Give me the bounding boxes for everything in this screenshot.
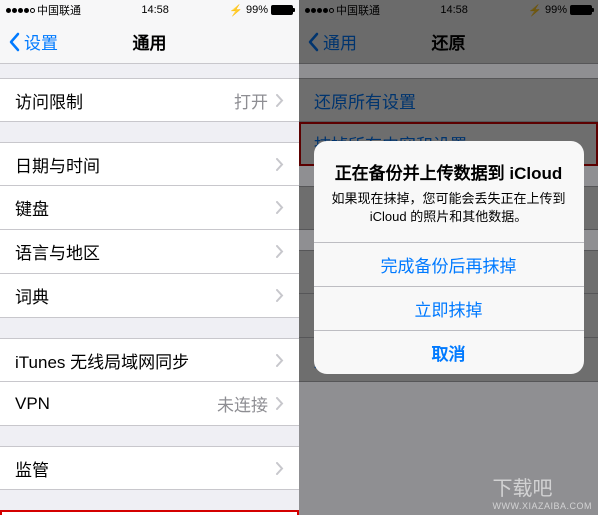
row-label: 访问限制 (15, 88, 234, 113)
row-value: 打开 (234, 88, 268, 113)
chevron-right-icon (276, 94, 284, 107)
status-bar: 中国联通 14:58 ⚡ 99% (0, 0, 299, 20)
chevron-right-icon (276, 289, 284, 302)
finish-backup-button[interactable]: 完成备份后再抹掉 (314, 242, 584, 286)
chevron-right-icon (276, 462, 284, 475)
row-label: 日期与时间 (15, 152, 276, 177)
row-dictionary[interactable]: 词典 (0, 274, 299, 318)
general-settings-screen: 中国联通 14:58 ⚡ 99% 设置 通用 访问限制 打开 (0, 0, 299, 515)
row-label: iTunes 无线局域网同步 (15, 348, 276, 373)
modal-overlay: 正在备份并上传数据到 iCloud 如果现在抹掉，您可能会丢失正在上传到 iCl… (299, 0, 598, 515)
back-label: 设置 (24, 29, 58, 54)
chevron-right-icon (276, 201, 284, 214)
chevron-right-icon (276, 158, 284, 171)
row-itunes-wifi-sync[interactable]: iTunes 无线局域网同步 (0, 338, 299, 382)
row-access-restrictions[interactable]: 访问限制 打开 (0, 78, 299, 122)
nav-bar: 设置 通用 (0, 20, 299, 64)
chevron-right-icon (276, 354, 284, 367)
carrier-label: 中国联通 (37, 2, 81, 18)
row-value: 未连接 (217, 391, 268, 416)
status-time: 14:58 (141, 4, 169, 16)
row-label: 键盘 (15, 195, 276, 220)
chevron-left-icon (8, 32, 20, 52)
battery-percent: 99% (246, 4, 268, 16)
chevron-right-icon (276, 245, 284, 258)
page-title: 通用 (133, 29, 167, 54)
reset-screen: 中国联通 14:58 ⚡ 99% 通用 还原 还原所有设置 抹掉所有内容和设置 (299, 0, 598, 515)
row-vpn[interactable]: VPN 未连接 (0, 382, 299, 426)
row-language-region[interactable]: 语言与地区 (0, 230, 299, 274)
row-supervision[interactable]: 监管 (0, 446, 299, 490)
battery-icon (271, 5, 293, 15)
row-reset[interactable]: 还原 (0, 510, 299, 515)
alert-title: 正在备份并上传数据到 iCloud (330, 159, 568, 184)
row-label: VPN (15, 394, 217, 414)
row-date-time[interactable]: 日期与时间 (0, 142, 299, 186)
alert-dialog: 正在备份并上传数据到 iCloud 如果现在抹掉，您可能会丢失正在上传到 iCl… (314, 141, 584, 374)
alert-message: 如果现在抹掉，您可能会丢失正在上传到 iCloud 的照片和其他数据。 (330, 190, 568, 226)
row-label: 语言与地区 (15, 239, 276, 264)
row-label: 监管 (15, 456, 276, 481)
erase-now-button[interactable]: 立即抹掉 (314, 286, 584, 330)
cancel-button[interactable]: 取消 (314, 330, 584, 374)
chevron-right-icon (276, 397, 284, 410)
back-button[interactable]: 设置 (0, 29, 58, 54)
bluetooth-icon: ⚡ (229, 4, 243, 17)
row-label: 词典 (15, 283, 276, 308)
row-keyboard[interactable]: 键盘 (0, 186, 299, 230)
